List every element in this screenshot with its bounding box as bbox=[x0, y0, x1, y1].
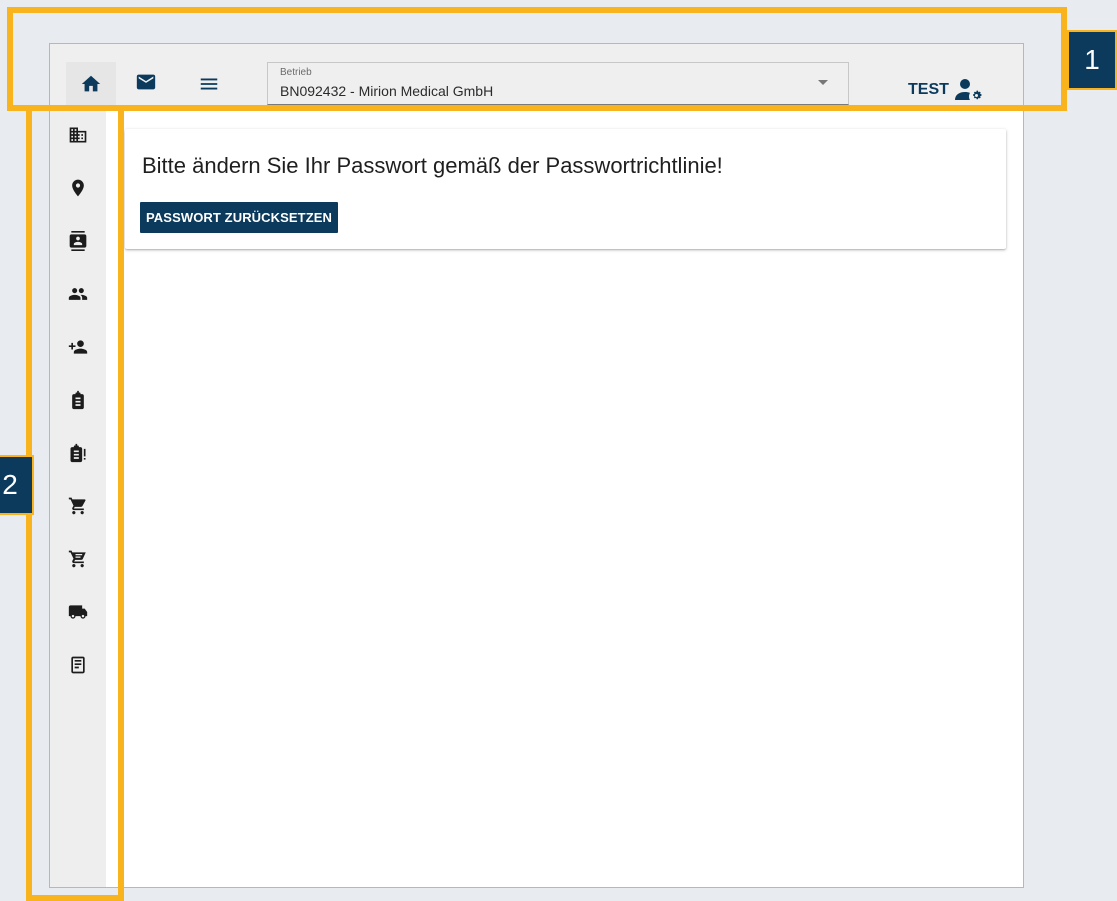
annotation-badge-1: 1 bbox=[1067, 30, 1117, 90]
password-notice-message: Bitte ändern Sie Ihr Passwort gemäß der … bbox=[142, 153, 723, 178]
app-frame: Betrieb BN092432 - Mirion Medical GmbH T… bbox=[49, 43, 1024, 888]
annotation-box-1 bbox=[7, 7, 1067, 111]
reset-password-button[interactable]: PASSWORT ZURÜCKSETZEN bbox=[140, 202, 339, 233]
annotation-badge-2: 2 bbox=[0, 455, 34, 515]
password-notice-card: Bitte ändern Sie Ihr Passwort gemäß der … bbox=[125, 129, 1006, 249]
annotation-box-2 bbox=[26, 105, 124, 901]
